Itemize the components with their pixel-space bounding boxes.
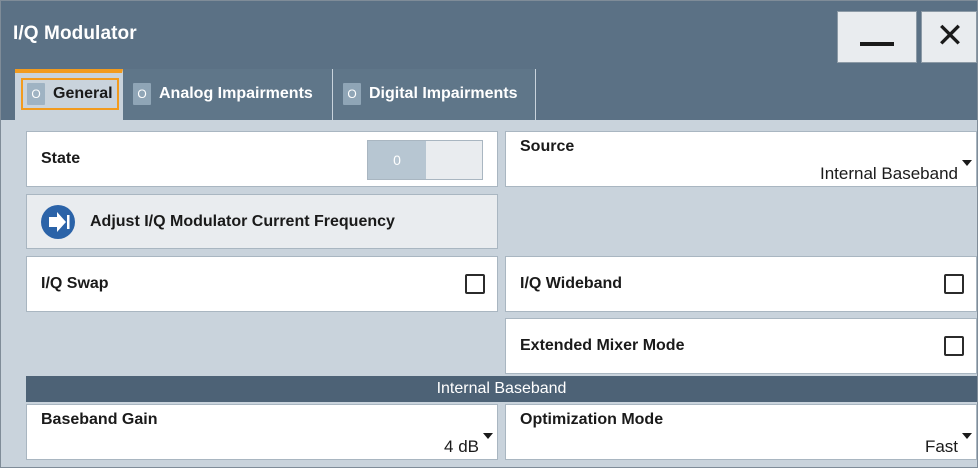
dropdown-caret-icon — [962, 160, 972, 166]
iq-wideband-label: I/Q Wideband — [520, 275, 623, 292]
dropdown-caret-icon — [483, 433, 493, 439]
state-toggle-knob: 0 — [368, 141, 426, 179]
state-toggle[interactable]: 0 — [367, 140, 483, 180]
close-icon: ✕ — [935, 17, 965, 55]
tab-indicator: O — [27, 83, 45, 105]
source-label: Source — [520, 138, 575, 155]
iq-swap-checkbox[interactable] — [465, 274, 485, 294]
dropdown-caret-icon — [962, 433, 972, 439]
optimization-mode-label: Optimization Mode — [520, 411, 664, 428]
close-button[interactable]: ✕ — [921, 11, 977, 63]
window-title: I/Q Modulator — [13, 23, 137, 44]
extended-mixer-checkbox[interactable] — [944, 336, 964, 356]
tab-bar: O General O Analog Impairments O Digital… — [1, 65, 977, 120]
tab-label: Analog Impairments — [159, 85, 313, 102]
iq-modulator-window: I/Q Modulator ✕ O General O Analog Impai… — [0, 0, 978, 468]
optimization-mode-value: Fast — [924, 437, 958, 456]
baseband-gain-value: 4 dB — [444, 437, 479, 456]
iq-wideband-checkbox[interactable] — [944, 274, 964, 294]
arrow-right-icon — [41, 205, 75, 239]
tab-label: Digital Impairments — [369, 85, 518, 102]
tab-general[interactable]: O General — [15, 69, 123, 120]
iq-swap-row: I/Q Swap — [26, 256, 498, 312]
source-value: Internal Baseband — [820, 164, 958, 183]
state-row: State 0 — [26, 131, 498, 187]
adjust-frequency-button[interactable]: Adjust I/Q Modulator Current Frequency — [26, 194, 498, 249]
minimize-button[interactable] — [837, 11, 917, 63]
state-label: State — [41, 150, 81, 167]
optimization-mode-select[interactable]: Optimization Mode Fast — [505, 404, 977, 460]
baseband-gain-select[interactable]: Baseband Gain 4 dB — [26, 404, 498, 460]
extended-mixer-row: Extended Mixer Mode — [505, 318, 977, 374]
source-select[interactable]: Source Internal Baseband — [505, 131, 977, 187]
tab-indicator: O — [343, 83, 361, 105]
minimize-icon — [860, 42, 894, 46]
iq-swap-label: I/Q Swap — [41, 275, 109, 292]
tab-indicator: O — [133, 83, 151, 105]
iq-wideband-row: I/Q Wideband — [505, 256, 977, 312]
tab-analog-impairments[interactable]: O Analog Impairments — [123, 69, 333, 120]
internal-baseband-section-header: Internal Baseband — [26, 376, 977, 402]
tab-digital-impairments[interactable]: O Digital Impairments — [333, 69, 536, 120]
tab-label: General — [53, 85, 113, 102]
title-bar: I/Q Modulator ✕ — [1, 1, 977, 65]
adjust-frequency-label: Adjust I/Q Modulator Current Frequency — [90, 213, 395, 230]
extended-mixer-label: Extended Mixer Mode — [520, 337, 685, 354]
baseband-gain-label: Baseband Gain — [41, 411, 158, 428]
